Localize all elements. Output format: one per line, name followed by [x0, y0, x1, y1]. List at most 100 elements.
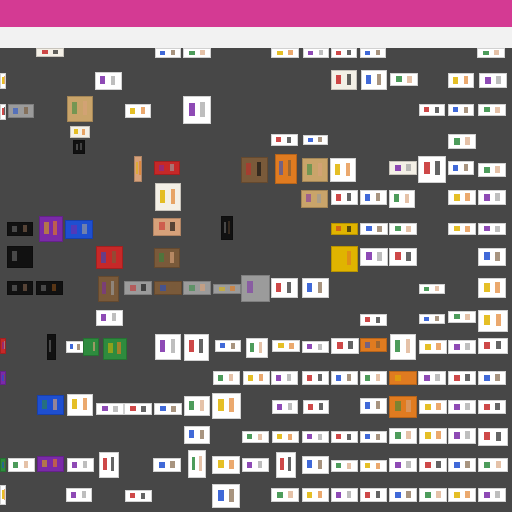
thumbnail-image[interactable] [67, 458, 94, 472]
thumbnail-image[interactable] [271, 278, 298, 298]
thumbnail-image[interactable] [331, 223, 358, 235]
thumbnail-image[interactable] [331, 190, 358, 205]
thumbnail-image[interactable] [389, 190, 415, 208]
thumbnail-image[interactable] [272, 340, 300, 352]
thumbnail-image[interactable] [330, 158, 356, 182]
thumbnail-image[interactable] [360, 223, 388, 235]
thumbnail-image[interactable] [478, 223, 506, 235]
thumbnail-image[interactable] [302, 488, 329, 502]
thumbnail-image[interactable] [275, 154, 297, 184]
thumbnail-image[interactable] [184, 426, 210, 444]
thumbnail-image[interactable] [477, 48, 505, 58]
thumbnail-image[interactable] [7, 246, 33, 268]
thumbnail-image[interactable] [448, 400, 476, 414]
thumbnail-image[interactable] [154, 281, 182, 295]
thumbnail-image[interactable] [154, 161, 180, 175]
thumbnail-image[interactable] [389, 248, 417, 266]
thumbnail-image[interactable] [448, 223, 476, 235]
thumbnail-image[interactable] [7, 222, 33, 236]
thumbnail-image[interactable] [448, 190, 476, 205]
thumbnail-image[interactable] [96, 246, 123, 269]
thumbnail-image[interactable] [98, 276, 119, 302]
thumbnail-image[interactable] [331, 460, 358, 472]
thumbnail-image[interactable] [96, 310, 123, 326]
thumbnail-image[interactable] [125, 490, 152, 502]
thumbnail-image[interactable] [419, 428, 447, 444]
thumbnail-image[interactable] [360, 248, 388, 266]
thumbnail-image[interactable] [389, 396, 417, 418]
thumbnail-image[interactable] [448, 340, 476, 354]
thumbnail-image[interactable] [272, 431, 299, 443]
thumbnail-image[interactable] [70, 126, 90, 138]
thumbnail-image[interactable] [360, 48, 386, 58]
thumbnail-image[interactable] [7, 281, 33, 295]
thumbnail-image[interactable] [8, 458, 35, 472]
thumbnail-image[interactable] [67, 394, 93, 416]
thumbnail-image[interactable] [418, 156, 446, 183]
thumbnail-image[interactable] [478, 338, 508, 354]
thumbnail-image[interactable] [302, 456, 329, 474]
thumbnail-image[interactable] [303, 135, 328, 145]
thumbnail-image[interactable] [331, 371, 358, 385]
thumbnail-image[interactable] [124, 281, 152, 295]
thumbnail-image[interactable] [8, 104, 34, 118]
thumbnail-image[interactable] [242, 458, 269, 472]
thumbnail-image[interactable] [241, 275, 270, 302]
thumbnail-image[interactable] [302, 341, 329, 353]
thumbnail-image[interactable] [213, 371, 240, 385]
thumbnail-image[interactable] [246, 338, 268, 358]
thumbnail-image[interactable] [448, 73, 474, 88]
thumbnail-image[interactable] [360, 371, 387, 385]
thumbnail-image[interactable] [241, 157, 268, 183]
thumbnail-image[interactable] [448, 311, 476, 323]
thumbnail-image[interactable] [360, 190, 387, 205]
thumbnail-image[interactable] [390, 73, 418, 86]
thumbnail-image[interactable] [448, 161, 474, 175]
thumbnail-image[interactable] [243, 371, 270, 385]
image-canvas[interactable] [0, 48, 512, 512]
thumbnail-image[interactable] [390, 334, 416, 360]
thumbnail-image[interactable] [302, 371, 329, 385]
thumbnail-image[interactable] [478, 458, 508, 472]
thumbnail-image[interactable] [37, 395, 64, 415]
thumbnail-image[interactable] [478, 163, 506, 177]
thumbnail-image[interactable] [389, 428, 417, 444]
thumbnail-image[interactable] [448, 488, 476, 502]
thumbnail-image[interactable] [389, 371, 417, 385]
thumbnail-image[interactable] [419, 314, 445, 324]
thumbnail-image[interactable] [96, 403, 124, 415]
thumbnail-image[interactable] [331, 338, 359, 354]
thumbnail-image[interactable] [448, 428, 476, 444]
thumbnail-image[interactable] [478, 400, 506, 414]
thumbnail-image[interactable] [183, 281, 211, 295]
thumbnail-image[interactable] [272, 400, 298, 414]
thumbnail-image[interactable] [360, 431, 387, 443]
thumbnail-image[interactable] [124, 403, 152, 415]
thumbnail-image[interactable] [478, 371, 506, 385]
thumbnail-image[interactable] [389, 458, 417, 472]
thumbnail-image[interactable] [360, 338, 387, 352]
thumbnail-image[interactable] [302, 158, 328, 182]
thumbnail-image[interactable] [478, 104, 506, 116]
thumbnail-image[interactable] [478, 488, 506, 502]
thumbnail-image[interactable] [331, 246, 358, 272]
thumbnail-image[interactable] [36, 48, 64, 57]
thumbnail-image[interactable] [95, 72, 122, 90]
thumbnail-image[interactable] [389, 161, 417, 175]
thumbnail-image[interactable] [448, 104, 474, 116]
thumbnail-image[interactable] [183, 48, 211, 58]
thumbnail-image[interactable] [303, 48, 329, 58]
thumbnail-image[interactable] [303, 400, 329, 414]
thumbnail-image[interactable] [419, 458, 447, 472]
thumbnail-image[interactable] [448, 134, 476, 149]
thumbnail-image[interactable] [221, 216, 233, 240]
thumbnail-image[interactable] [360, 488, 387, 502]
thumbnail-image[interactable] [479, 73, 507, 88]
thumbnail-image[interactable] [418, 371, 446, 385]
thumbnail-image[interactable] [66, 488, 92, 502]
thumbnail-image[interactable] [65, 220, 93, 239]
thumbnail-image[interactable] [183, 96, 211, 124]
thumbnail-image[interactable] [212, 456, 240, 474]
thumbnail-image[interactable] [155, 48, 181, 58]
thumbnail-image[interactable] [271, 371, 298, 385]
